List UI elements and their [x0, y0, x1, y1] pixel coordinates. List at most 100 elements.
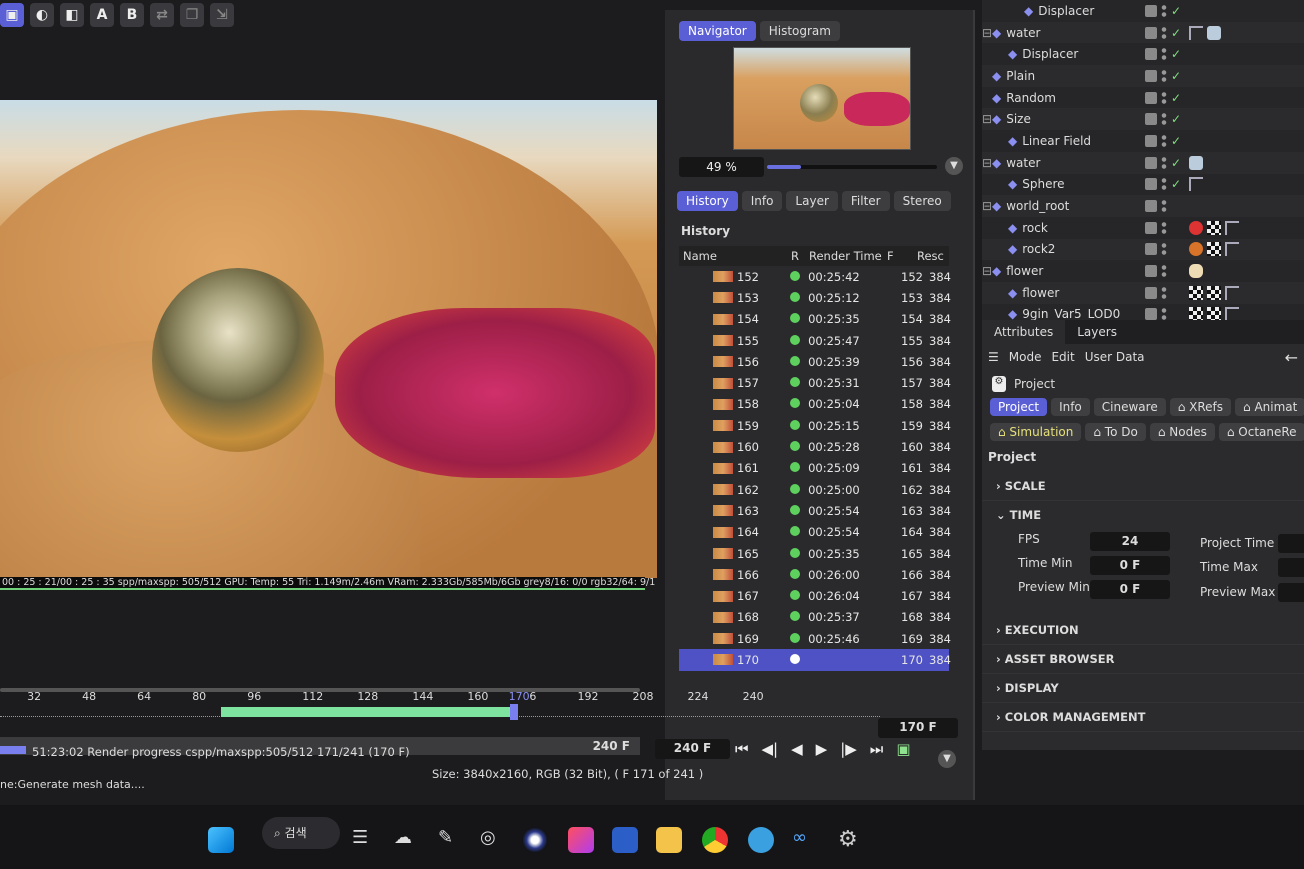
zoom-slider[interactable] — [767, 165, 937, 169]
history-row[interactable]: 169 00:25:46 169 384 — [679, 628, 951, 649]
chip-tab[interactable]: ⌂ Simulation — [990, 423, 1082, 441]
play-icon[interactable]: ▶ — [816, 740, 828, 758]
timeline[interactable]: 32 48 64 80 96 112 128 144 160 170 6 192 208 224 240 1… — [0, 680, 980, 740]
current-frame-field[interactable]: 170 F — [878, 718, 958, 738]
enabled-check-icon[interactable]: ✓ — [1171, 91, 1185, 105]
history-row[interactable]: 153 00:25:12 153 384 — [679, 287, 951, 308]
chip-tab[interactable]: ⌂ To Do — [1085, 423, 1146, 441]
visibility-dots[interactable] — [1161, 133, 1167, 148]
visibility-dots[interactable] — [1161, 199, 1167, 214]
tab-layers[interactable]: Layers — [1065, 325, 1129, 339]
visibility-dots[interactable] — [1161, 220, 1167, 235]
render-icon[interactable]: ▣ — [896, 740, 910, 758]
visibility-dots[interactable] — [1161, 25, 1167, 40]
outliner-item[interactable]: ◆ rock — [982, 216, 1304, 239]
word-icon[interactable] — [612, 827, 638, 853]
previous-frame-icon[interactable]: ◀| — [762, 740, 779, 758]
file-explorer-icon[interactable] — [656, 827, 682, 853]
phong-tag-icon[interactable] — [1225, 242, 1239, 257]
outliner-item[interactable]: ⊟ ◆ water ✓ — [982, 152, 1304, 174]
cinema4d-icon[interactable] — [522, 827, 548, 853]
redshift-icon[interactable]: ◎ — [480, 827, 506, 853]
uv-tag-icon[interactable] — [1207, 285, 1221, 300]
menu-mode[interactable]: Mode — [1009, 350, 1042, 364]
section-scale[interactable]: › SCALE — [982, 472, 1304, 501]
widgets-icon[interactable]: ☰ — [352, 827, 378, 853]
material-water-tag-icon[interactable] — [1207, 25, 1221, 40]
visibility-dots[interactable] — [1161, 285, 1167, 300]
go-to-start-icon[interactable]: ⏮ — [735, 740, 749, 758]
col-name[interactable]: Name — [679, 249, 791, 263]
enabled-check-icon[interactable]: ✓ — [1171, 4, 1185, 18]
project-time-field[interactable] — [1278, 534, 1304, 553]
material-red-tag-icon[interactable] — [1189, 220, 1203, 235]
visibility-dots[interactable] — [1161, 112, 1167, 127]
history-row[interactable]: 160 00:25:28 160 384 — [679, 436, 951, 457]
history-row[interactable]: 155 00:25:47 155 384 — [679, 330, 951, 351]
preview-min-field[interactable]: 0 F — [1090, 580, 1170, 599]
edit-icon[interactable] — [1145, 286, 1157, 299]
outliner-item[interactable]: ◆ Displacer ✓ — [982, 43, 1304, 66]
visibility-dots[interactable] — [1161, 264, 1167, 279]
tab-info[interactable]: Info — [741, 191, 783, 211]
next-frame-icon[interactable]: |▶ — [840, 740, 857, 758]
history-row[interactable]: 157 00:25:31 157 384 — [679, 372, 951, 393]
section-time[interactable]: ⌄ TIME — [982, 501, 1304, 530]
menu-user-data[interactable]: User Data — [1085, 350, 1145, 364]
visibility-dots[interactable] — [1161, 90, 1167, 105]
enabled-check-icon[interactable]: ✓ — [1171, 134, 1185, 148]
outliner-item[interactable]: ◆ Linear Field ✓ — [982, 130, 1304, 152]
material-orange-tag-icon[interactable] — [1189, 242, 1203, 257]
phong-tag-icon[interactable] — [1189, 25, 1203, 40]
visibility-dots[interactable] — [1161, 68, 1167, 83]
visibility-dots[interactable] — [1161, 155, 1167, 170]
outliner-item[interactable]: ⊟ ◆ flower — [982, 260, 1304, 282]
uv-tag-icon[interactable] — [1189, 285, 1203, 300]
time-max-field[interactable] — [1278, 558, 1304, 577]
history-row[interactable]: 152 00:25:42 152 384 — [679, 266, 951, 287]
phong-tag-icon[interactable] — [1225, 220, 1239, 235]
history-row[interactable]: 164 00:25:54 164 384 — [679, 522, 951, 543]
chip-tab[interactable]: Info — [1051, 398, 1090, 416]
phong-tag-icon[interactable] — [1189, 177, 1203, 192]
render-viewport[interactable] — [0, 100, 657, 578]
a-button[interactable]: A — [90, 3, 114, 27]
col-r[interactable]: R — [791, 249, 809, 263]
outliner-item[interactable]: ◆ Random ✓ — [982, 86, 1304, 109]
chrome-icon[interactable] — [702, 827, 728, 853]
edit-icon[interactable] — [1145, 221, 1157, 234]
tab-stereo[interactable]: Stereo — [893, 191, 951, 211]
go-to-end-icon[interactable]: ⏭ — [870, 740, 884, 758]
edit-icon[interactable] — [1145, 200, 1157, 213]
outliner-item[interactable]: ◆ flower — [982, 282, 1304, 304]
menu-edit[interactable]: Edit — [1051, 350, 1074, 364]
tab-histogram[interactable]: Histogram — [759, 21, 840, 41]
link-icon[interactable]: ∞ — [792, 827, 818, 853]
visibility-dots[interactable] — [1161, 242, 1167, 257]
chip-tab[interactable]: ⌂ XRefs — [1169, 398, 1232, 416]
enabled-check-icon[interactable]: ✓ — [1171, 26, 1185, 40]
enabled-check-icon[interactable]: ✓ — [1171, 69, 1185, 83]
enabled-check-icon[interactable]: ✓ — [1171, 112, 1185, 126]
chip-tab[interactable]: ⌂ Animat — [1235, 398, 1304, 416]
material-cream-tag-icon[interactable] — [1189, 264, 1203, 279]
time-min-field[interactable]: 0 F — [1090, 556, 1170, 575]
history-row[interactable]: 158 00:25:04 158 384 — [679, 394, 951, 415]
history-row[interactable]: 165 00:25:35 165 384 — [679, 543, 951, 564]
navigator-menu-icon[interactable]: ▼ — [945, 157, 963, 175]
section-display[interactable]: › DISPLAY — [982, 674, 1304, 703]
edit-icon[interactable] — [1145, 308, 1157, 321]
edit-icon[interactable] — [1145, 91, 1157, 104]
creative-cloud-icon[interactable] — [568, 827, 594, 853]
settings-icon[interactable]: ⚙ — [838, 827, 864, 853]
chip-tab[interactable]: Cineware — [1093, 398, 1166, 416]
history-row[interactable]: 170 170 384 — [679, 649, 951, 671]
navigator-thumbnail[interactable] — [733, 47, 911, 150]
edit-icon[interactable] — [1145, 134, 1157, 147]
history-row[interactable]: 162 00:25:00 162 384 — [679, 479, 951, 500]
contrast-icon[interactable]: ◐ — [30, 3, 54, 27]
cloud-icon[interactable]: ☁ — [394, 827, 420, 853]
chip-tab[interactable]: ⌂ OctaneRe — [1218, 423, 1304, 441]
visibility-dots[interactable] — [1161, 3, 1167, 18]
edit-icon[interactable] — [1145, 178, 1157, 191]
